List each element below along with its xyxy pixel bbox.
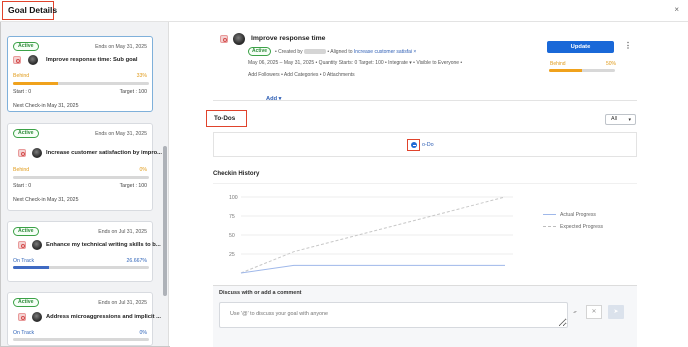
goal-icon xyxy=(220,35,228,43)
progress-status: On Track xyxy=(13,258,35,264)
created-aligned-line: • Created by • Aligned to Increase custo… xyxy=(275,49,416,55)
goal-list-panel: Active Ends on May 31, 2025 Improve resp… xyxy=(1,22,169,346)
progress-bar xyxy=(13,266,149,269)
goal-card[interactable]: Active Ends on Jul 31, 2025 Address micr… xyxy=(7,292,161,346)
selected-goal-title: Improve response time xyxy=(251,35,326,42)
send-comment-button[interactable]: ➤ xyxy=(608,305,624,319)
chart-legend: Actual Progress Expected Progress xyxy=(543,212,603,236)
dialog-header: Goal Details × xyxy=(0,0,688,22)
dialog-title: Goal Details xyxy=(8,5,58,15)
goal-list-scrollbar[interactable] xyxy=(163,146,167,296)
user-avatar xyxy=(28,55,38,65)
goal-meta-line: May 06, 2025 – May 31, 2025 • Quantity S… xyxy=(248,60,463,66)
progress-status: Behind xyxy=(13,73,30,79)
goal-card[interactable]: Active Ends on May 31, 2025 Improve resp… xyxy=(7,36,153,112)
goal-card[interactable]: Active Ends on Jul 31, 2025 Enhance my t… xyxy=(7,221,161,282)
legend-actual-label: Actual Progress xyxy=(560,212,596,218)
close-icon[interactable]: × xyxy=(674,5,679,14)
active-pill: Active xyxy=(13,227,39,236)
add-todo-label[interactable]: o-Do xyxy=(422,142,434,148)
end-date: Ends on May 31, 2025 xyxy=(95,44,147,50)
progress-status: On Track xyxy=(13,330,35,336)
start-value: Start : 0 xyxy=(13,89,32,95)
goal-title: Improve response time: Sub goal xyxy=(46,57,138,63)
goal-actions-line[interactable]: Add Followers • Add Categories • 0 Attac… xyxy=(248,72,355,78)
progress-fill xyxy=(13,266,50,269)
selected-progress-fill xyxy=(549,69,582,72)
legend-actual: Actual Progress xyxy=(543,212,603,224)
selected-progress-bar xyxy=(549,69,615,72)
user-avatar xyxy=(233,33,245,45)
progress-percent: 26.667% xyxy=(126,258,147,264)
filter-value: All xyxy=(611,116,617,122)
progress-fill xyxy=(13,82,58,85)
progress-bar xyxy=(13,338,149,341)
aligned-to-label: • Aligned to xyxy=(327,49,353,55)
selected-progress-status: Behind xyxy=(550,61,566,67)
active-pill: Active xyxy=(13,42,39,51)
chevron-down-icon: ▾ xyxy=(278,96,282,102)
discussion-title: Discuss with or add a comment xyxy=(219,290,302,296)
creator-name-redacted xyxy=(304,49,326,55)
active-pill: Active xyxy=(13,298,39,307)
selected-progress-percent: 50% xyxy=(606,61,617,67)
user-avatar xyxy=(32,240,42,250)
clear-comment-button[interactable]: ✕ xyxy=(586,305,602,319)
legend-expected: Expected Progress xyxy=(543,224,603,236)
expected-legend-swatch xyxy=(543,226,556,228)
add-label: Add xyxy=(266,96,278,102)
plus-circle-icon[interactable] xyxy=(411,142,417,148)
comment-input[interactable] xyxy=(219,302,568,328)
todos-title: To-Dos xyxy=(214,115,236,122)
goal-icon xyxy=(18,313,26,321)
todo-filter-select[interactable]: All ▾ xyxy=(605,114,636,125)
end-date: Ends on May 31, 2025 xyxy=(95,131,147,137)
selected-goal-header: Improve response time Active • Created b… xyxy=(213,29,637,102)
y-tick-label: 100 xyxy=(229,195,238,201)
legend-expected-label: Expected Progress xyxy=(560,224,604,230)
goal-icon xyxy=(13,56,21,64)
goal-title: Address microaggressions and implicit ..… xyxy=(46,314,162,320)
remove-alignment-icon[interactable]: × xyxy=(413,49,416,55)
y-tick-label: 25 xyxy=(229,252,235,258)
actual-progress-line xyxy=(240,264,505,274)
active-pill: Active xyxy=(248,47,272,56)
user-avatar xyxy=(32,312,42,322)
y-tick-label: 75 xyxy=(229,214,235,220)
created-by-label: • Created by xyxy=(275,49,303,55)
user-avatar xyxy=(32,148,42,158)
goal-icon xyxy=(18,149,26,157)
start-value: Start : 0 xyxy=(13,183,32,189)
progress-percent: 0% xyxy=(139,330,148,336)
aligned-goal-link[interactable]: Increase customer satisfai xyxy=(354,49,412,55)
next-checkin: Next Check-in May 31, 2025 xyxy=(13,103,79,109)
goal-detail-main: Improve response time Active • Created b… xyxy=(170,22,688,347)
goal-icon xyxy=(18,241,26,249)
progress-bar xyxy=(13,82,149,85)
active-pill: Active xyxy=(13,129,39,138)
chart-y-ticks: 100 75 50 25 xyxy=(229,195,238,258)
next-checkin: Next Check-in May 31, 2025 xyxy=(13,197,79,203)
update-button[interactable]: Update xyxy=(547,41,614,53)
more-menu-icon[interactable]: ⋮ xyxy=(624,41,632,50)
goal-card[interactable]: Active Ends on May 31, 2025 Increase cus… xyxy=(7,123,162,211)
section-divider xyxy=(213,100,637,101)
checkin-history-chart: 100 75 50 25 xyxy=(229,195,513,274)
target-value: Target : 100 xyxy=(119,89,147,95)
end-date: Ends on Jul 31, 2025 xyxy=(98,229,147,235)
progress-status: Behind xyxy=(13,167,30,173)
goal-title: Enhance my technical writing skills to b… xyxy=(46,242,161,248)
target-value: Target : 100 xyxy=(119,183,147,189)
progress-percent: 0% xyxy=(139,167,148,173)
checkin-history-title: Checkin History xyxy=(213,170,260,177)
progress-bar xyxy=(13,176,149,179)
end-date: Ends on Jul 31, 2025 xyxy=(98,300,147,306)
goal-title: Increase customer satisfaction by impro.… xyxy=(46,150,162,156)
y-tick-label: 50 xyxy=(229,233,235,239)
add-menu[interactable]: Add ▾ xyxy=(266,96,282,102)
progress-percent: 33% xyxy=(136,73,147,79)
actual-legend-swatch xyxy=(543,214,556,216)
chevron-down-icon: ▾ xyxy=(628,117,631,123)
